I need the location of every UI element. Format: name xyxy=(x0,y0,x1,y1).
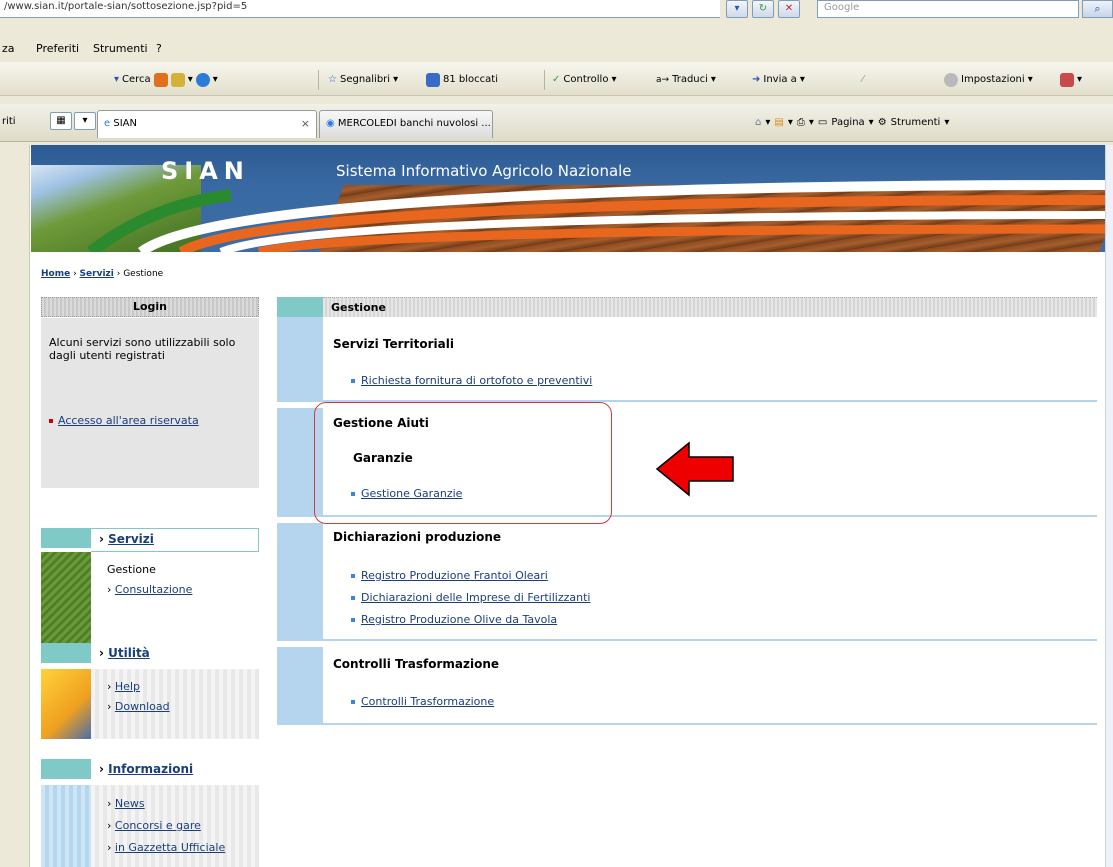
tab-bar: riti ▦ ▾ e SIAN × ◉ MERCOLEDI banchi nuv… xyxy=(0,104,1113,142)
send-to-button[interactable]: ➜ Invia a ▾ xyxy=(752,71,805,89)
toolbar-separator xyxy=(318,70,319,90)
field-thumbnail xyxy=(41,552,91,648)
toolbar: ▾ Cerca ▾ ▾ ☆ Segnalibri ▾ 81 bloccati ✓ … xyxy=(0,62,1113,96)
link-controlli-trasformazione[interactable]: Controlli Trasformazione xyxy=(351,695,494,708)
dropdown-arrow-icon[interactable]: ▾ xyxy=(726,0,748,18)
search-toolbar-button[interactable]: ▾ Cerca ▾ ▾ xyxy=(114,71,218,89)
search-input[interactable]: Google xyxy=(817,0,1079,18)
section-title: Servizi Territoriali xyxy=(333,337,454,351)
menu-item-strumenti[interactable]: Strumenti xyxy=(93,42,148,55)
annotation-highlight-box xyxy=(314,402,612,524)
link-ortofoto[interactable]: Richiesta fornitura di ortofoto e preven… xyxy=(351,374,592,387)
bookmarks-button[interactable]: ☆ Segnalibri ▾ xyxy=(328,71,398,89)
page: SIAN Sistema Informativo Agricolo Nazion… xyxy=(31,145,1105,867)
address-row: /www.sian.it/portale-sian/sottosezione.j… xyxy=(0,0,1113,22)
menu-item-stub[interactable]: za xyxy=(2,42,15,55)
refresh-icon[interactable]: ↻ xyxy=(752,0,774,18)
site-banner: SIAN Sistema Informativo Agricolo Nazion… xyxy=(31,145,1105,252)
info-thumbnail xyxy=(41,785,91,867)
blocker-icon xyxy=(426,73,440,87)
spellcheck-button[interactable]: ✓ Controllo ▾ xyxy=(552,71,616,89)
close-tab-icon[interactable]: × xyxy=(301,117,310,130)
search-go-icon[interactable]: ⌕ xyxy=(1082,0,1113,18)
menu-item-preferiti[interactable]: Preferiti xyxy=(36,42,79,55)
menu-item-help[interactable]: ? xyxy=(156,42,162,55)
nav-informazioni-concorsi[interactable]: Concorsi e gare xyxy=(115,819,201,832)
translate-icon: a→ xyxy=(656,75,670,85)
annotation-arrow-icon xyxy=(655,441,734,497)
section-controlli-trasformazione: Controlli Trasformazione Controlli Trasf… xyxy=(323,647,1097,725)
page-icon: ▭ xyxy=(817,117,828,128)
breadcrumb-current: Gestione xyxy=(123,269,164,279)
nav-utilita-title[interactable]: Utilità xyxy=(108,646,150,660)
dropdown-icon: ▾ xyxy=(114,74,120,85)
toolbar-separator xyxy=(544,70,545,90)
reserved-area-link[interactable]: Accesso all'area riservata xyxy=(49,414,199,427)
nav-utilita-download[interactable]: Download xyxy=(115,700,170,713)
nav-utilita-help[interactable]: Help xyxy=(115,680,140,693)
highlighter-icon[interactable]: ⁄ xyxy=(862,71,864,89)
site-subtitle: Sistema Informativo Agricolo Nazionale xyxy=(336,162,632,180)
nav-servizi-gestione[interactable]: Gestione xyxy=(107,560,243,580)
messenger-icon xyxy=(195,73,210,87)
star-icon: ☆ xyxy=(328,74,337,85)
tab-mercoledi[interactable]: ◉ MERCOLEDI banchi nuvolosi ... xyxy=(319,110,493,138)
browser-chrome: /www.sian.it/portale-sian/sottosezione.j… xyxy=(0,0,1113,145)
print-icon[interactable]: ⎙ xyxy=(797,117,805,128)
feeds-icon[interactable]: ▤ xyxy=(774,117,783,128)
content-heading: Gestione xyxy=(323,297,1097,317)
favorites-stub: riti xyxy=(2,116,16,127)
tools-menu[interactable]: Strumenti xyxy=(891,117,941,128)
link-fertilizzanti[interactable]: Dichiarazioni delle Imprese di Fertilizz… xyxy=(351,591,590,604)
globe-icon: ◉ xyxy=(326,118,335,129)
nav-servizi-consultazione[interactable]: Consultazione xyxy=(115,583,193,596)
scrollbar[interactable] xyxy=(1105,145,1113,867)
tab-tools: ⌂ ▾ ▤ ▾ ⎙ ▾ ▭ Pagina ▾ ⚙ Strumenti ▾ xyxy=(755,117,950,128)
settings-button[interactable]: Impostazioni ▾ xyxy=(944,71,1033,89)
tab-list-icon[interactable]: ▾ xyxy=(74,112,96,130)
quick-tabs-icon[interactable]: ▦ xyxy=(50,112,72,130)
section-dichiarazioni-produzione: Dichiarazioni produzione Registro Produz… xyxy=(323,523,1097,641)
link-frantoi-oleari[interactable]: Registro Produzione Frantoi Oleari xyxy=(351,569,548,582)
settings-icon xyxy=(944,73,958,87)
breadcrumb-servizi[interactable]: Servizi xyxy=(80,269,114,279)
breadcrumb: Home › Servizi › Gestione xyxy=(41,269,164,279)
bullet-icon xyxy=(49,419,53,423)
login-description: Alcuni servizi sono utilizzabili solo da… xyxy=(49,336,236,362)
tools-icon xyxy=(153,73,168,87)
site-logo-title: SIAN xyxy=(161,157,250,185)
stop-icon[interactable]: ✕ xyxy=(778,0,800,18)
extension-icon[interactable]: ▾ xyxy=(1060,71,1082,89)
page-menu[interactable]: Pagina xyxy=(831,117,864,128)
tab-sian[interactable]: e SIAN × xyxy=(97,110,317,138)
plugin-icon xyxy=(170,73,185,87)
send-icon: ➜ xyxy=(752,74,761,85)
login-heading: Login xyxy=(41,297,259,317)
login-box: Alcuni servizi sono utilizzabili solo da… xyxy=(41,318,259,488)
nav-servizi-title[interactable]: Servizi xyxy=(108,532,154,546)
nav-informazioni-news[interactable]: News xyxy=(115,797,145,810)
ie-icon: e xyxy=(104,118,111,129)
nav-informazioni-title[interactable]: Informazioni xyxy=(108,762,193,776)
nav-informazioni-gazzetta[interactable]: in Gazzetta Ufficiale xyxy=(115,841,225,854)
check-icon: ✓ xyxy=(552,74,561,85)
favorites-sidebar-strip xyxy=(0,145,30,867)
link-olive-da-tavola[interactable]: Registro Produzione Olive da Tavola xyxy=(351,613,557,626)
address-bar[interactable]: /www.sian.it/portale-sian/sottosezione.j… xyxy=(0,0,720,18)
popup-blocker-button[interactable]: 81 bloccati xyxy=(426,71,498,89)
section-title: Dichiarazioni produzione xyxy=(333,530,502,544)
section-servizi-territoriali: Servizi Territoriali Richiesta fornitura… xyxy=(323,317,1097,402)
tools-thumbnail xyxy=(41,669,91,739)
translate-button[interactable]: a→ Traduci ▾ xyxy=(656,71,716,89)
breadcrumb-home[interactable]: Home xyxy=(41,269,70,279)
home-icon[interactable]: ⌂ xyxy=(755,117,761,128)
gear-icon: ⚙ xyxy=(877,117,887,128)
section-title: Controlli Trasformazione xyxy=(333,657,500,671)
